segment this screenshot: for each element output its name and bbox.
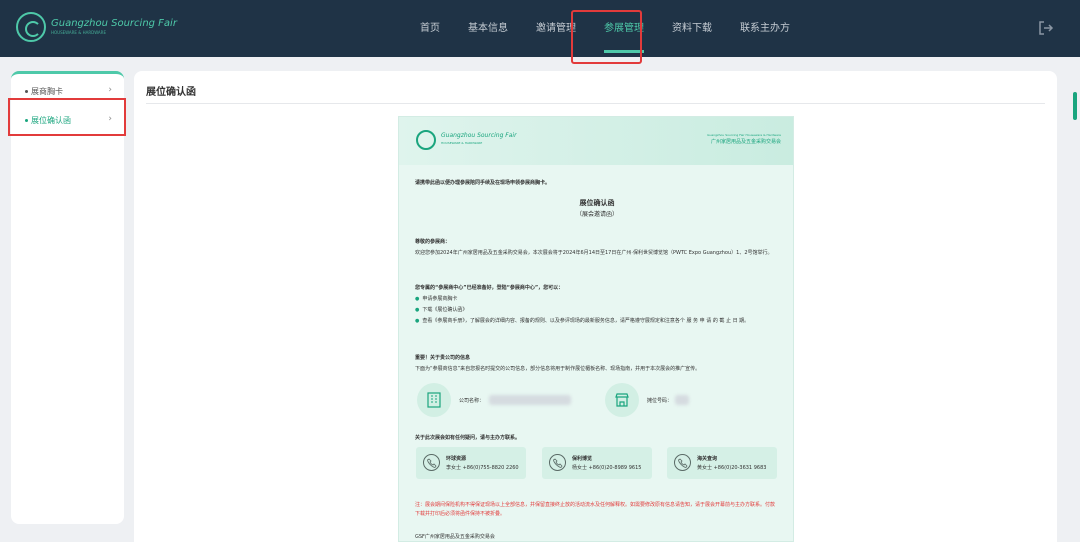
bullet-item: ● 查看《参展商手册》，了解展会的详细内容、报备的规则、以及参评现场的最新服务信息… [415, 318, 750, 324]
bullet-dot [25, 89, 28, 93]
nav-basic-info[interactable]: 基本信息 [468, 0, 508, 57]
letter-brand-cn: 广州家居用品及五金采购交易会 [710, 139, 781, 145]
letter-brand: Guangzhou Sourcing Fair [441, 132, 517, 139]
page-scrollbar[interactable] [1072, 70, 1078, 542]
phone-icon [549, 454, 566, 471]
contact-card: 海关查询 黄女士 +86(0)20-3631 9683 [667, 447, 777, 479]
sidebar: 展商胸卡 › 展位确认函 › [11, 71, 124, 524]
contact-heading: 关于此次展会如有任何疑问，请与主办方联系。 [415, 435, 521, 441]
letter-header: Guangzhou Sourcing Fair HOUSEWARE & HARD… [399, 117, 793, 165]
letter-title: 展位确认函 [579, 199, 615, 207]
building-icon [427, 392, 441, 408]
letter-brand-sub: HOUSEWARE & HARDWARE [441, 141, 483, 145]
main-panel: 展位确认函 Guangzhou Sourcing Fair HOUSEWARE … [134, 71, 1057, 542]
disclaimer-note: 注：展会期间保险机构不得保证现场以上全部信息，并保留直接终止放的活动流水及任何解… [415, 502, 776, 517]
booth-label: 摊位号码： [647, 398, 673, 404]
booth-icon-circle [605, 383, 639, 417]
brand-name: Guangzhou Sourcing Fair [51, 18, 177, 29]
letter-intro: 欢迎您参加2024年广州家居用品及五金采购交易会，本次展会将于2024年6月14… [415, 250, 773, 256]
bullet-item: ● 申请参展商胸卡 [415, 296, 458, 302]
letter-greeting: 尊敬的参展商： [415, 239, 451, 245]
logo-text: Guangzhou Sourcing Fair HOUSEWARE & HARD… [51, 18, 177, 36]
letter-brand-en: Guangzhou Sourcing Fair Houseware & Hard… [707, 133, 781, 137]
letter-notice: 请携带此函以便办理参展陪同手续及在现场申领参展商胸卡。 [415, 180, 551, 186]
contact-phone: 李女士 +86(0)755-8820 2260 [446, 465, 519, 471]
booth-icon [615, 393, 629, 407]
divider [146, 103, 1045, 104]
company-icon-circle [417, 383, 451, 417]
important-heading: 重要！关于贵公司的信息 [415, 355, 471, 361]
nav-invitation[interactable]: 邀请管理 [536, 0, 576, 57]
contact-phone: 黄女士 +86(0)20-3631 9683 [697, 465, 767, 471]
letter-footer: GSF广州家居用品及五金采购交易会 [415, 534, 495, 540]
page-title: 展位确认函 [146, 87, 196, 98]
nav-highlight-box [571, 10, 642, 64]
phone-icon [423, 454, 440, 471]
sidebar-highlight-box [8, 98, 126, 136]
sidebar-item-label: 展商胸卡 [31, 86, 63, 96]
contact-name: 保利博览 [572, 456, 593, 462]
contact-name: 环球资源 [446, 456, 467, 462]
company-name-redacted [489, 395, 571, 405]
chevron-right-icon: › [108, 85, 112, 95]
booth-number-redacted [675, 395, 689, 405]
bullet-item: ● 下载《展位确认函》 [415, 307, 468, 313]
nav-home[interactable]: 首页 [420, 0, 440, 57]
contact-card: 环球资源 李女士 +86(0)755-8820 2260 [416, 447, 526, 479]
brand-logo[interactable]: Guangzhou Sourcing Fair HOUSEWARE & HARD… [16, 12, 177, 42]
nav-contact-organizer[interactable]: 联系主办方 [740, 0, 790, 57]
contact-phone: 杨女士 +86(0)20-8989 9615 [572, 465, 642, 471]
logout-icon[interactable] [1038, 20, 1054, 36]
logo-mark-icon [16, 12, 46, 42]
confirmation-letter: Guangzhou Sourcing Fair HOUSEWARE & HARD… [398, 116, 794, 542]
top-header: Guangzhou Sourcing Fair HOUSEWARE & HARD… [0, 0, 1080, 57]
nav-downloads[interactable]: 资料下载 [672, 0, 712, 57]
letter-logo-icon [416, 130, 436, 150]
contact-name: 海关查询 [697, 456, 718, 462]
company-label: 公司名称： [459, 398, 485, 404]
center-heading: 您专属的“参展商中心”已经准备好，登陆“参展商中心”，您可以： [415, 285, 564, 291]
brand-sub: HOUSEWARE & HARDWARE [51, 30, 106, 35]
letter-subtitle: （展会邀请函） [575, 211, 618, 218]
important-text: 下面为“参展商信息”来自您报名时提交的公司信息，部分信息将用于制作展位楣板名称、… [415, 366, 701, 372]
scroll-thumb[interactable] [1073, 92, 1077, 120]
contact-card: 保利博览 杨女士 +86(0)20-8989 9615 [542, 447, 652, 479]
phone-icon [674, 454, 691, 471]
